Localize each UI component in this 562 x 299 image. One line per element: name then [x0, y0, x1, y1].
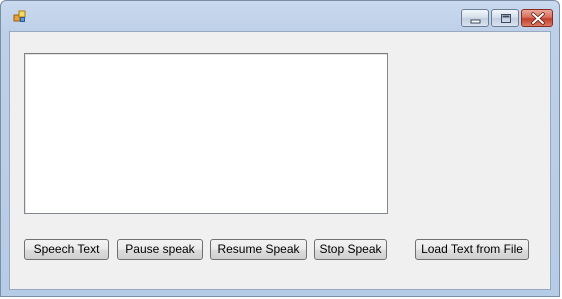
- pause-speak-button[interactable]: Pause speak: [117, 239, 203, 260]
- resume-speak-button[interactable]: Resume Speak: [210, 239, 307, 260]
- close-icon: [531, 12, 545, 25]
- close-button[interactable]: [521, 9, 553, 27]
- app-window: Speech Text Pause speak Resume Speak Sto…: [0, 0, 560, 297]
- title-bar[interactable]: [1, 1, 559, 31]
- app-icon: [13, 10, 27, 24]
- speech-text-input[interactable]: [24, 53, 388, 214]
- maximize-button[interactable]: [491, 9, 519, 27]
- load-text-button[interactable]: Load Text from File: [415, 239, 529, 260]
- client-area: Speech Text Pause speak Resume Speak Sto…: [9, 31, 551, 290]
- minimize-icon: [470, 19, 481, 24]
- minimize-button[interactable]: [461, 9, 489, 27]
- speech-text-button[interactable]: Speech Text: [24, 239, 109, 260]
- maximize-icon: [501, 14, 511, 23]
- stop-speak-button[interactable]: Stop Speak: [314, 239, 387, 260]
- caption-buttons: [461, 9, 553, 27]
